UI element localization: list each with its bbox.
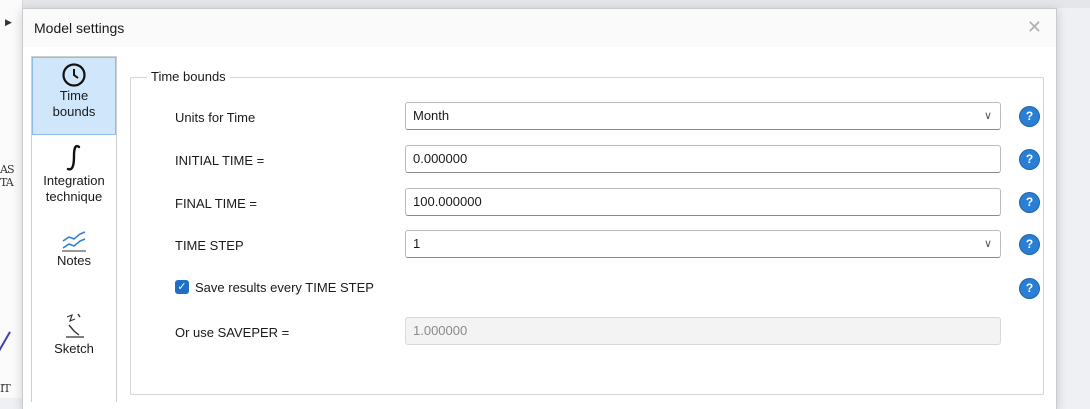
chevron-down-icon: ∨ bbox=[983, 238, 992, 250]
help-icon[interactable]: ? bbox=[1020, 193, 1039, 212]
group-legend: Time bounds bbox=[147, 69, 230, 84]
background-connector-line bbox=[0, 331, 11, 357]
dialog-title: Model settings bbox=[34, 20, 125, 36]
time-bounds-group: Time bounds Units for Time Month ∨ ? INI… bbox=[130, 69, 1044, 395]
help-icon[interactable]: ? bbox=[1020, 150, 1039, 169]
settings-nav: Time bounds Integration technique Notes bbox=[31, 56, 117, 402]
background-text-fragment: AS bbox=[0, 163, 15, 176]
background-window-strip bbox=[22, 0, 1090, 8]
nav-item-label: Notes bbox=[57, 253, 91, 268]
saveper-label: Or use SAVEPER = bbox=[175, 325, 290, 340]
close-icon[interactable]: ✕ bbox=[1027, 17, 1042, 38]
nav-item-label: Integration bbox=[43, 173, 105, 188]
save-results-label: Save results every TIME STEP bbox=[195, 280, 374, 295]
background-text-fragment: TA bbox=[0, 176, 14, 189]
initial-time-label: INITIAL TIME = bbox=[175, 153, 265, 168]
nav-item-label: Sketch bbox=[54, 341, 94, 356]
sketch-icon bbox=[66, 313, 84, 338]
nav-item-sketch[interactable]: Sketch bbox=[32, 307, 116, 377]
nav-item-integration-technique[interactable]: Integration technique bbox=[32, 141, 116, 221]
clock-icon bbox=[62, 63, 86, 87]
model-settings-dialog: Model settings ✕ Time bounds Integration… bbox=[22, 8, 1057, 409]
chevron-down-icon: ∨ bbox=[983, 110, 992, 122]
units-for-time-value: Month bbox=[413, 108, 450, 123]
units-for-time-select[interactable]: Month ∨ bbox=[405, 102, 1001, 130]
help-icon[interactable]: ? bbox=[1020, 235, 1039, 254]
background-text-fragment: IT bbox=[0, 382, 11, 395]
nav-item-notes[interactable]: Notes bbox=[32, 225, 116, 293]
background-arrow-icon: ▶ bbox=[5, 17, 12, 27]
background-app-edge: ▶ AS TA IT bbox=[0, 0, 23, 398]
time-step-label: TIME STEP bbox=[175, 238, 244, 253]
initial-time-input[interactable]: 0.000000 bbox=[405, 145, 1001, 173]
nav-item-label: Time bbox=[59, 88, 89, 103]
final-time-label: FINAL TIME = bbox=[175, 196, 257, 211]
nav-item-label: technique bbox=[45, 189, 103, 204]
final-time-input[interactable]: 100.000000 bbox=[405, 188, 1001, 216]
help-icon[interactable]: ? bbox=[1020, 279, 1039, 298]
nav-item-label: bounds bbox=[52, 104, 96, 119]
notes-chart-icon bbox=[62, 231, 86, 252]
time-bounds-panel: Time bounds Units for Time Month ∨ ? INI… bbox=[123, 57, 1044, 409]
nav-item-time-bounds[interactable]: Time bounds bbox=[32, 57, 116, 135]
help-icon[interactable]: ? bbox=[1020, 107, 1039, 126]
save-results-checkbox[interactable]: ✓ bbox=[175, 280, 189, 294]
saveper-input[interactable]: 1.000000 bbox=[405, 317, 1001, 345]
units-for-time-label: Units for Time bbox=[175, 110, 256, 125]
time-step-select[interactable]: 1 ∨ bbox=[405, 230, 1001, 258]
dialog-titlebar: Model settings ✕ bbox=[23, 9, 1056, 47]
time-step-value: 1 bbox=[413, 236, 421, 251]
integral-icon bbox=[66, 144, 81, 171]
